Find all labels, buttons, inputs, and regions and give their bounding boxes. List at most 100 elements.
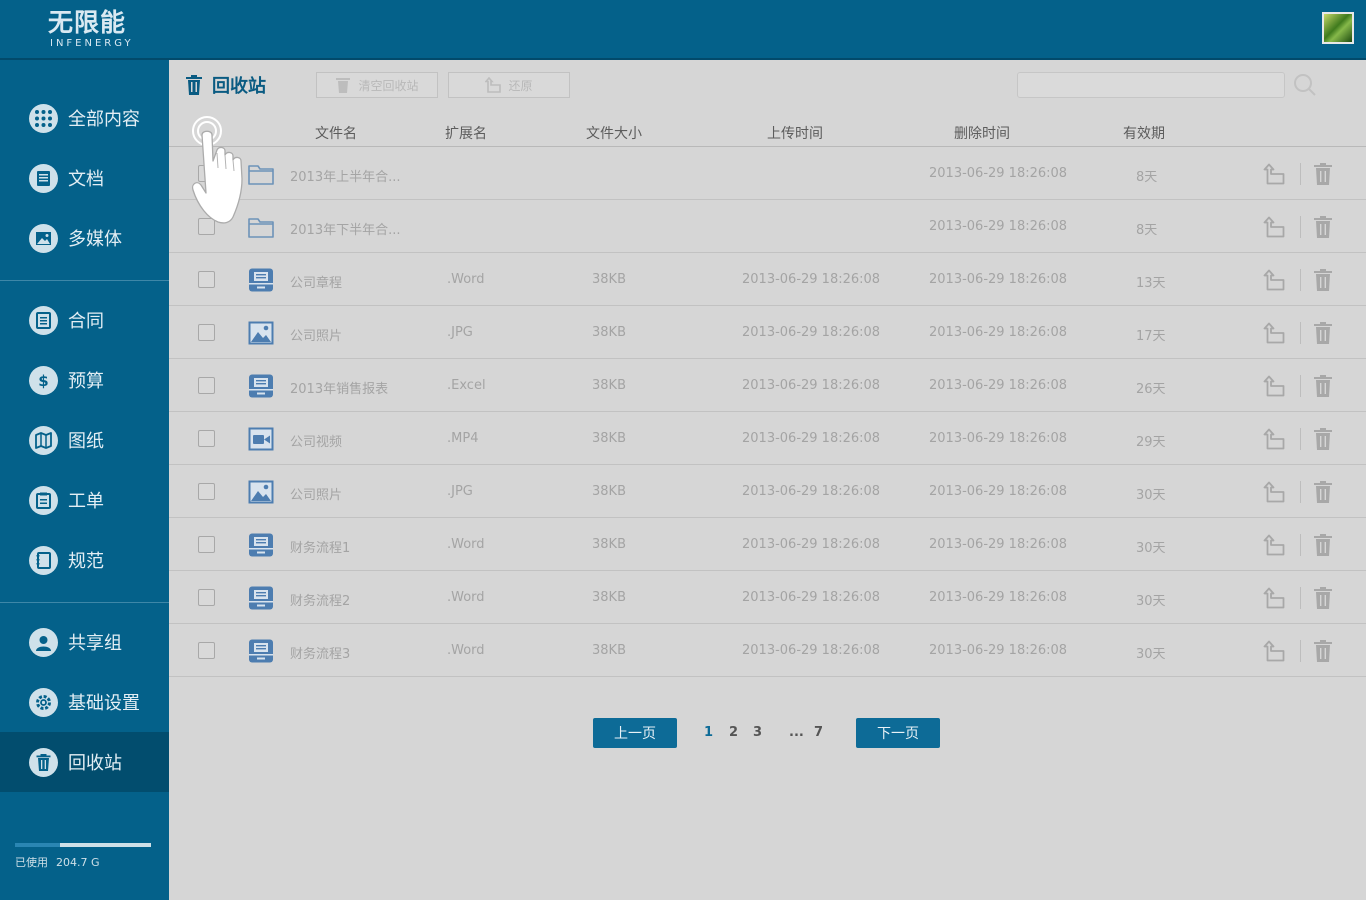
sidebar-item-gear[interactable]: 基础设置 xyxy=(0,672,169,732)
row-checkbox[interactable] xyxy=(198,323,215,341)
restore-icon[interactable] xyxy=(1263,534,1285,556)
table-row[interactable]: 财务流程2 .Word 38KB 2013-06-29 18:26:08 2013-06… xyxy=(169,571,1366,624)
table-row[interactable]: 2013年销售报表 .Excel 38KB 2013-06-29 18:26:08 20… xyxy=(169,359,1366,412)
sidebar-item-user-group[interactable]: 共享组 xyxy=(0,612,169,672)
search-input[interactable] xyxy=(1017,72,1285,98)
table-row[interactable]: 财务流程3 .Word 38KB 2013-06-29 18:26:08 2013-06… xyxy=(169,624,1366,677)
delete-icon[interactable] xyxy=(1313,533,1333,556)
action-divider xyxy=(1300,215,1301,238)
delete-icon[interactable] xyxy=(1313,268,1333,291)
sidebar-item-map[interactable]: 图纸 xyxy=(0,410,169,470)
empty-recycle-bin-button[interactable]: 清空回收站 xyxy=(316,72,438,98)
column-header-name[interactable]: 文件名 xyxy=(315,123,357,143)
table-row[interactable]: 财务流程1 .Word 38KB 2013-06-29 18:26:08 2013-06… xyxy=(169,518,1366,571)
row-checkbox[interactable] xyxy=(198,429,215,447)
table-row[interactable]: 2013年上半年合... 2013-06-29 18:26:08 8天 xyxy=(169,147,1366,200)
sidebar-item-grid[interactable]: 全部内容 xyxy=(0,88,169,148)
logo-text: 无限能 xyxy=(48,8,127,37)
row-checkbox[interactable] xyxy=(198,588,215,606)
column-header-validity[interactable]: 有效期 xyxy=(1123,123,1165,143)
file-name[interactable]: 2013年下半年合... xyxy=(290,219,400,238)
row-checkbox[interactable] xyxy=(198,535,215,553)
file-name[interactable]: 财务流程1 xyxy=(290,537,350,556)
page-number[interactable]: 7 xyxy=(814,725,823,740)
sidebar-item-image[interactable]: 多媒体 xyxy=(0,208,169,268)
table-row[interactable]: 公司视频 .MP4 38KB 2013-06-29 18:26:08 2013-06-2… xyxy=(169,412,1366,465)
delete-icon[interactable] xyxy=(1313,215,1333,238)
action-divider xyxy=(1300,533,1301,556)
delete-icon[interactable] xyxy=(1313,586,1333,609)
validity-days: 17天 xyxy=(1136,328,1166,344)
table-row[interactable]: 公司章程 .Word 38KB 2013-06-29 18:26:08 2013-06-… xyxy=(169,253,1366,306)
delete-icon[interactable] xyxy=(1313,162,1333,185)
restore-icon[interactable] xyxy=(1263,375,1285,397)
restore-icon[interactable] xyxy=(1263,640,1285,662)
sidebar-item-document[interactable]: 文档 xyxy=(0,148,169,208)
column-header-deleted[interactable]: 删除时间 xyxy=(954,123,1010,143)
table-row[interactable]: 公司照片 .JPG 38KB 2013-06-29 18:26:08 2013-06-2… xyxy=(169,465,1366,518)
search-icon[interactable] xyxy=(1293,73,1317,97)
delete-icon[interactable] xyxy=(1313,321,1333,344)
next-page-button[interactable]: 下一页 xyxy=(856,718,940,748)
avatar[interactable] xyxy=(1322,12,1354,44)
sidebar-item-label: 预算 xyxy=(68,371,104,392)
delete-time: 2013-06-29 18:26:08 xyxy=(929,536,1068,552)
sidebar-item-contract[interactable]: 合同 xyxy=(0,290,169,350)
file-size: 38KB xyxy=(592,430,626,446)
restore-button[interactable]: 还原 xyxy=(448,72,570,98)
restore-icon[interactable] xyxy=(1263,322,1285,344)
row-checkbox[interactable] xyxy=(198,482,215,500)
document-icon xyxy=(248,586,274,610)
sidebar-item-label: 工单 xyxy=(68,491,104,512)
file-name[interactable]: 公司视频 xyxy=(290,431,342,450)
action-divider xyxy=(1300,586,1301,609)
delete-icon[interactable] xyxy=(1313,639,1333,662)
document-icon xyxy=(29,163,58,193)
page-number[interactable]: 1 xyxy=(704,725,713,740)
column-header-size[interactable]: 文件大小 xyxy=(586,123,642,143)
file-name[interactable]: 公司照片 xyxy=(290,325,342,344)
table-row[interactable]: 公司照片 .JPG 38KB 2013-06-29 18:26:08 2013-06-2… xyxy=(169,306,1366,359)
delete-icon[interactable] xyxy=(1313,480,1333,503)
file-name[interactable]: 财务流程2 xyxy=(290,590,350,609)
page-number[interactable]: 2 xyxy=(729,725,738,740)
page-ellipsis: ... xyxy=(789,725,804,740)
main-content: 回收站 清空回收站 还原 文件名 扩展名 文件大小 上传时间 删除时间 有效期 … xyxy=(169,60,1366,900)
restore-icon[interactable] xyxy=(1263,216,1285,238)
sidebar-item-label: 全部内容 xyxy=(68,109,140,130)
page-number[interactable]: 3 xyxy=(753,725,762,740)
user-group-icon xyxy=(29,627,58,657)
column-header-uploaded[interactable]: 上传时间 xyxy=(767,123,823,143)
delete-time: 2013-06-29 18:26:08 xyxy=(929,483,1068,499)
restore-icon[interactable] xyxy=(1263,163,1285,185)
file-name[interactable]: 财务流程3 xyxy=(290,643,350,662)
row-checkbox[interactable] xyxy=(198,270,215,288)
table-row[interactable]: 2013年下半年合... 2013-06-29 18:26:08 8天 xyxy=(169,200,1366,253)
column-header-extension[interactable]: 扩展名 xyxy=(445,123,487,143)
file-name[interactable]: 公司照片 xyxy=(290,484,342,503)
validity-days: 13天 xyxy=(1136,275,1166,291)
delete-time: 2013-06-29 18:26:08 xyxy=(929,324,1068,340)
restore-icon[interactable] xyxy=(1263,481,1285,503)
sidebar-item-book[interactable]: 规范 xyxy=(0,530,169,590)
delete-icon[interactable] xyxy=(1313,427,1333,450)
row-checkbox[interactable] xyxy=(198,641,215,659)
restore-icon[interactable] xyxy=(1263,428,1285,450)
validity-days: 30天 xyxy=(1136,540,1166,556)
restore-icon[interactable] xyxy=(1263,269,1285,291)
table-header: 文件名 扩展名 文件大小 上传时间 删除时间 有效期 xyxy=(169,120,1366,147)
restore-icon[interactable] xyxy=(1263,587,1285,609)
row-checkbox[interactable] xyxy=(198,376,215,394)
sidebar-item-clipboard[interactable]: 工单 xyxy=(0,470,169,530)
sidebar-item-trash[interactable]: 回收站 xyxy=(0,732,169,792)
sidebar-item-label: 合同 xyxy=(68,311,104,332)
file-name[interactable]: 2013年销售报表 xyxy=(290,378,388,397)
delete-icon[interactable] xyxy=(1313,374,1333,397)
sidebar-item-label: 基础设置 xyxy=(68,693,140,714)
file-name[interactable]: 2013年上半年合... xyxy=(290,166,400,185)
storage-usage-bar xyxy=(15,843,151,847)
sidebar-item-label: 文档 xyxy=(68,169,104,190)
file-name[interactable]: 公司章程 xyxy=(290,272,342,291)
sidebar-item-dollar[interactable]: $ 预算 xyxy=(0,350,169,410)
prev-page-button[interactable]: 上一页 xyxy=(593,718,677,748)
